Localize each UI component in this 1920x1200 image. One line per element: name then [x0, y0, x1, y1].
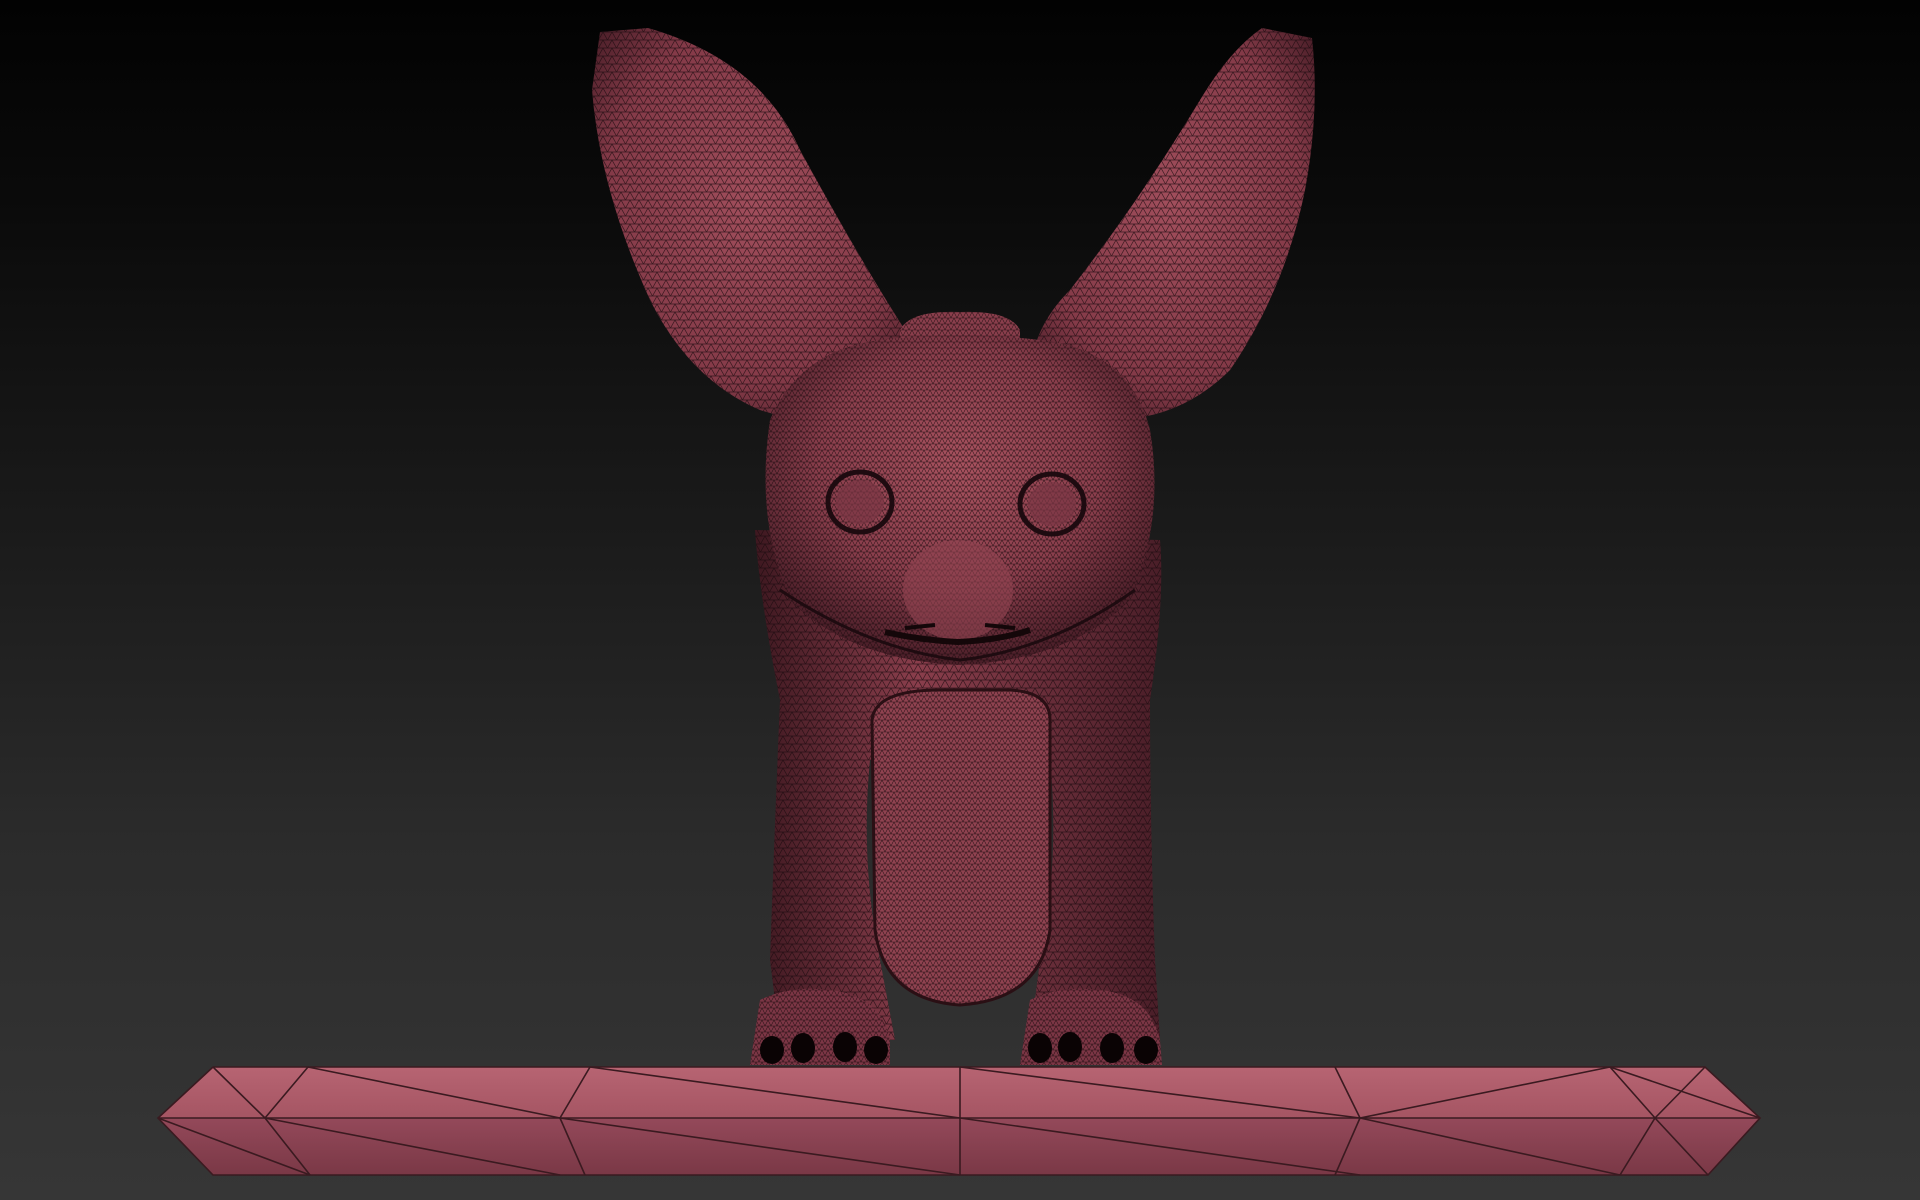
tail[interactable] [870, 688, 1052, 1007]
base-top-face [158, 1067, 1760, 1118]
base-bottom-face [158, 1118, 1760, 1175]
right-eye [1017, 471, 1087, 537]
base-platform[interactable] [156, 1066, 1762, 1176]
left-eye [825, 469, 895, 535]
3d-viewport[interactable] [0, 0, 1920, 1200]
creature-model[interactable] [592, 28, 1315, 1065]
viewport-canvas[interactable] [0, 0, 1920, 1200]
